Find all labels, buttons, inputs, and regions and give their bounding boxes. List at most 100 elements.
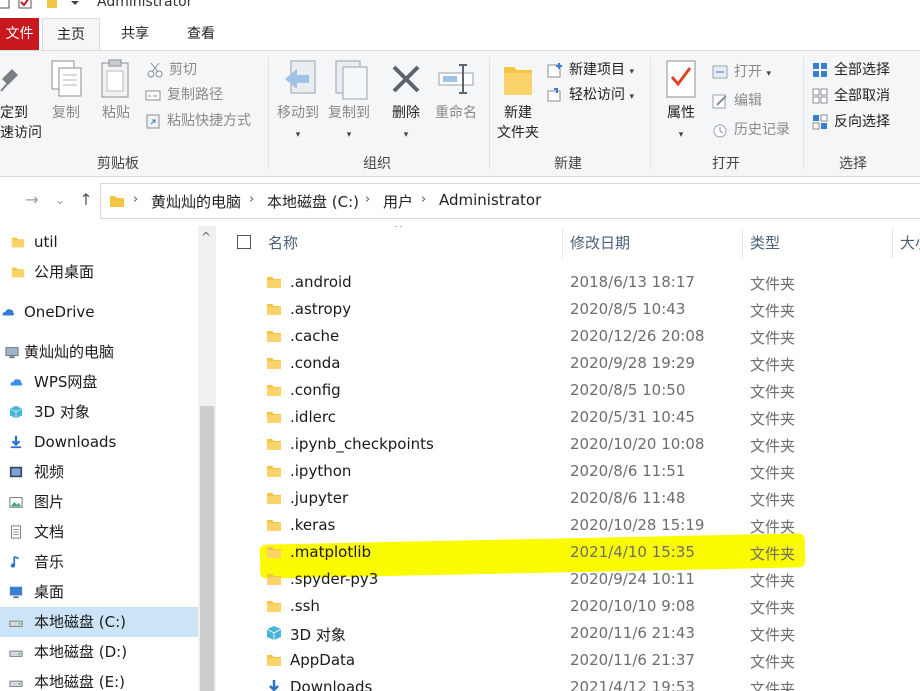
tab-file[interactable]: 文件 [0, 18, 39, 50]
address-bar[interactable]: › 黄灿灿的电脑 › 本地磁盘 (C:) › 用户 › Administrato… [100, 183, 920, 219]
copy-path-button[interactable]: 复制路径 [145, 84, 223, 106]
desktop-icon [9, 586, 23, 599]
easy-access-button[interactable]: 轻松访问 ▾ [547, 84, 634, 106]
quick-access-icon[interactable] [0, 0, 10, 9]
properties-checkbox-icon[interactable] [18, 0, 32, 9]
nav-item[interactable]: 本地磁盘 (C:) [0, 607, 198, 637]
nav-item[interactable]: 音乐 [0, 547, 198, 577]
column-name[interactable]: 名称 [268, 232, 298, 253]
column-divider[interactable] [892, 228, 893, 258]
file-modified-date: 2020/9/28 19:29 [570, 354, 695, 372]
invert-selection-button[interactable]: 反向选择 [812, 111, 890, 133]
column-divider[interactable] [742, 228, 743, 258]
pin-label-line2: 速访问 [0, 125, 42, 141]
open-button[interactable]: 打开 ▾ [712, 61, 771, 83]
navigation-bar: → ⌄ ↑ › 黄灿灿的电脑 › 本地磁盘 (C:) › 用户 › Admini… [0, 178, 920, 224]
back-arrow-icon[interactable]: → [22, 190, 42, 209]
tab-view[interactable]: 查看 [170, 18, 232, 50]
column-size[interactable]: 大小 [900, 232, 920, 253]
history-label: 历史记录 [734, 122, 790, 138]
file-type: 文件夹 [750, 329, 796, 347]
scroll-up-icon[interactable]: ^ [201, 230, 211, 244]
file-row[interactable]: .conda 2020/9/28 19:29 文件夹 [222, 350, 920, 377]
file-row[interactable]: .matplotlib 2021/4/10 15:35 文件夹 [222, 539, 920, 566]
file-type: 文件夹 [750, 653, 796, 671]
file-modified-date: 2021/4/10 15:35 [570, 543, 695, 561]
file-modified-date: 2020/8/5 10:50 [570, 381, 686, 399]
column-divider[interactable] [562, 228, 563, 258]
file-row[interactable]: .config 2020/8/5 10:50 文件夹 [222, 377, 920, 404]
select-none-button[interactable]: 全部取消 [812, 85, 890, 107]
nav-scrollbar-thumb[interactable] [200, 406, 214, 691]
new-item-button[interactable]: 新建项目 ▾ [547, 59, 634, 81]
file-row[interactable]: .ssh 2020/10/10 9:08 文件夹 [222, 593, 920, 620]
file-row[interactable]: .keras 2020/10/28 15:19 文件夹 [222, 512, 920, 539]
tab-home[interactable]: 主页 [42, 18, 100, 50]
file-row[interactable]: .cache 2020/12/26 20:08 文件夹 [222, 323, 920, 350]
select-all-button[interactable]: 全部选择 [812, 59, 890, 81]
nav-item[interactable]: WPS网盘 [0, 367, 198, 397]
file-row[interactable]: Downloads 2021/4/12 19:53 文件夹 [222, 674, 920, 691]
select-all-checkbox[interactable] [237, 235, 251, 249]
breadcrumb-computer[interactable]: 黄灿灿的电脑 [151, 191, 241, 212]
nav-item-label: 图片 [34, 493, 65, 511]
nav-item[interactable]: 图片 [0, 487, 198, 517]
paste-shortcut-button[interactable]: 粘贴快捷方式 [145, 110, 251, 132]
navigation-pane: util 公用桌面 OneDrive 黄灿灿的电脑 WPS网盘 3D 对象 Download… [0, 226, 216, 691]
file-name: .config [290, 381, 341, 399]
file-row[interactable]: 3D 对象 2020/11/6 21:43 文件夹 [222, 620, 920, 647]
folder-icon [267, 493, 281, 504]
nav-item-label: OneDrive [24, 303, 95, 321]
file-row[interactable]: AppData 2020/11/6 21:37 文件夹 [222, 647, 920, 674]
file-row[interactable]: .ipython 2020/8/6 11:51 文件夹 [222, 458, 920, 485]
breadcrumb-administrator[interactable]: Administrator [439, 191, 541, 209]
breadcrumb-drive-c[interactable]: 本地磁盘 (C:) [267, 191, 359, 212]
file-row[interactable]: .ipynb_checkpoints 2020/10/20 10:08 文件夹 [222, 431, 920, 458]
nav-item[interactable]: util [0, 227, 198, 257]
nav-item[interactable]: 黄灿灿的电脑 [0, 337, 198, 367]
chevron-right-icon: › [133, 192, 139, 207]
file-modified-date: 2020/9/24 10:11 [570, 570, 695, 588]
nav-item[interactable]: 文档 [0, 517, 198, 547]
computer-icon [5, 347, 19, 359]
file-name: .android [290, 273, 352, 291]
nav-item[interactable]: 本地磁盘 (D:) [0, 637, 198, 667]
file-row[interactable]: .astropy 2020/8/5 10:43 文件夹 [222, 296, 920, 323]
nav-item[interactable]: 3D 对象 [0, 397, 198, 427]
file-row[interactable]: .jupyter 2020/8/6 11:48 文件夹 [222, 485, 920, 512]
edit-label: 编辑 [734, 93, 762, 109]
recent-dropdown-icon[interactable]: ⌄ [50, 193, 70, 207]
file-name: .conda [290, 354, 341, 372]
file-row[interactable]: .spyder-py3 2020/9/24 10:11 文件夹 [222, 566, 920, 593]
new-folder-quick-icon[interactable] [46, 0, 60, 8]
new-folder-icon [504, 67, 532, 95]
tab-share[interactable]: 共享 [105, 18, 165, 50]
file-modified-date: 2020/8/6 11:51 [570, 462, 686, 480]
file-row[interactable]: .idlerc 2020/5/31 10:45 文件夹 [222, 404, 920, 431]
cut-button[interactable]: 剪切 [147, 59, 197, 81]
nav-item[interactable]: 公用桌面 [0, 257, 198, 287]
pin-label-line1: 定到 [0, 105, 28, 121]
nav-item[interactable]: 视频 [0, 457, 198, 487]
customize-dropdown-icon[interactable] [68, 0, 82, 8]
move-to-label: 移动到 ▾ [277, 105, 319, 140]
ribbon-divider [803, 57, 804, 169]
nav-item[interactable]: 本地磁盘 (E:) [0, 667, 198, 691]
nav-item[interactable]: Downloads [0, 427, 198, 457]
ribbon-divider [268, 57, 269, 169]
nav-item[interactable]: 桌面 [0, 577, 198, 607]
folder-icon [267, 439, 281, 450]
nav-item[interactable]: OneDrive [0, 297, 198, 327]
folder-icon [11, 267, 25, 278]
history-button[interactable]: 历史记录 [712, 119, 790, 141]
file-modified-date: 2020/10/28 15:19 [570, 516, 705, 534]
breadcrumb-users[interactable]: 用户 [383, 191, 413, 212]
column-date[interactable]: 修改日期 [570, 232, 630, 253]
edit-button[interactable]: 编辑 [712, 90, 762, 112]
edit-icon [712, 94, 727, 109]
up-arrow-icon[interactable]: ↑ [76, 190, 96, 209]
file-row[interactable]: .android 2018/6/13 18:17 文件夹 [222, 269, 920, 296]
file-name: AppData [290, 651, 356, 669]
column-type[interactable]: 类型 [750, 232, 780, 253]
nav-item-label: 本地磁盘 (E:) [34, 673, 126, 691]
